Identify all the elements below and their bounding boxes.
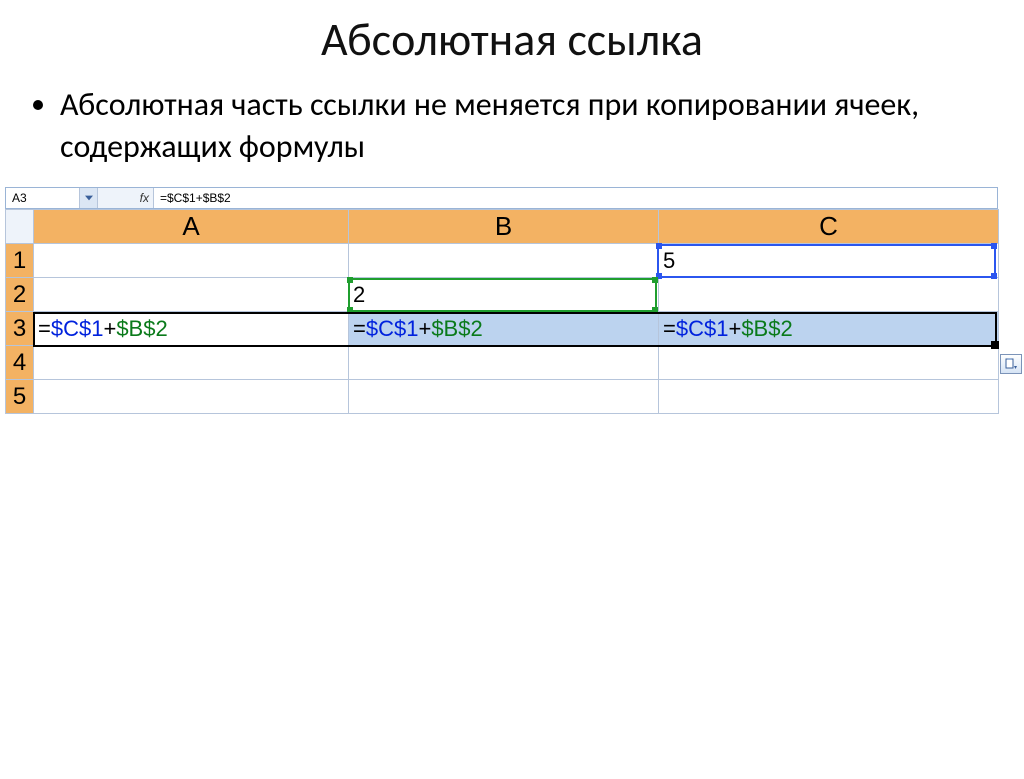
name-box[interactable]: A3 [6,188,80,208]
table-row: 2 2 [6,278,999,312]
cell-B1[interactable] [349,244,659,278]
page-title: Абсолютная ссылка [40,12,984,68]
cell-B4[interactable] [349,346,659,380]
spreadsheet-screenshot: A3 fx =$C$1+$B$2 A B C 1 [0,187,1024,414]
table-row: 5 [6,380,999,414]
cell-A1[interactable] [34,244,349,278]
paste-options-button[interactable] [1000,354,1022,374]
cell-C3[interactable]: =$C$1+$B$2 [659,312,999,346]
name-box-dropdown[interactable] [80,188,98,208]
table-row: 1 5 [6,244,999,278]
spreadsheet-grid[interactable]: A B C 1 5 2 2 3 =$C$1+$B$2 [5,209,999,414]
row-header[interactable]: 2 [6,278,34,312]
row-header[interactable]: 1 [6,244,34,278]
cell-C2[interactable] [659,278,999,312]
chevron-down-icon [85,195,93,201]
cell-A5[interactable] [34,380,349,414]
row-header[interactable]: 5 [6,380,34,414]
bullet-list: Абсолютная часть ссылки не меняется при … [60,84,984,167]
formula-bar: A3 fx =$C$1+$B$2 [5,187,998,209]
paste-options-icon [1005,358,1017,370]
table-row: 3 =$C$1+$B$2 =$C$1+$B$2 =$C$1+$B$2 [6,312,999,346]
row-header[interactable]: 4 [6,346,34,380]
column-header[interactable]: C [659,210,999,244]
insert-function-button[interactable]: fx [98,188,154,208]
cell-C4[interactable] [659,346,999,380]
cell-B3[interactable]: =$C$1+$B$2 [349,312,659,346]
cell-C5[interactable] [659,380,999,414]
formula-input[interactable]: =$C$1+$B$2 [154,188,997,208]
column-header[interactable]: A [34,210,349,244]
column-header[interactable]: B [349,210,659,244]
cell-A4[interactable] [34,346,349,380]
cell-C1[interactable]: 5 [659,244,999,278]
cell-B5[interactable] [349,380,659,414]
bullet-item: Абсолютная часть ссылки не меняется при … [60,84,984,167]
cell-B2[interactable]: 2 [349,278,659,312]
row-header[interactable]: 3 [6,312,34,346]
table-row: 4 [6,346,999,380]
cell-A3[interactable]: =$C$1+$B$2 [34,312,349,346]
cell-A2[interactable] [34,278,349,312]
grid-area: A B C 1 5 2 2 3 =$C$1+$B$2 [5,209,1024,414]
select-all-corner[interactable] [6,210,34,244]
